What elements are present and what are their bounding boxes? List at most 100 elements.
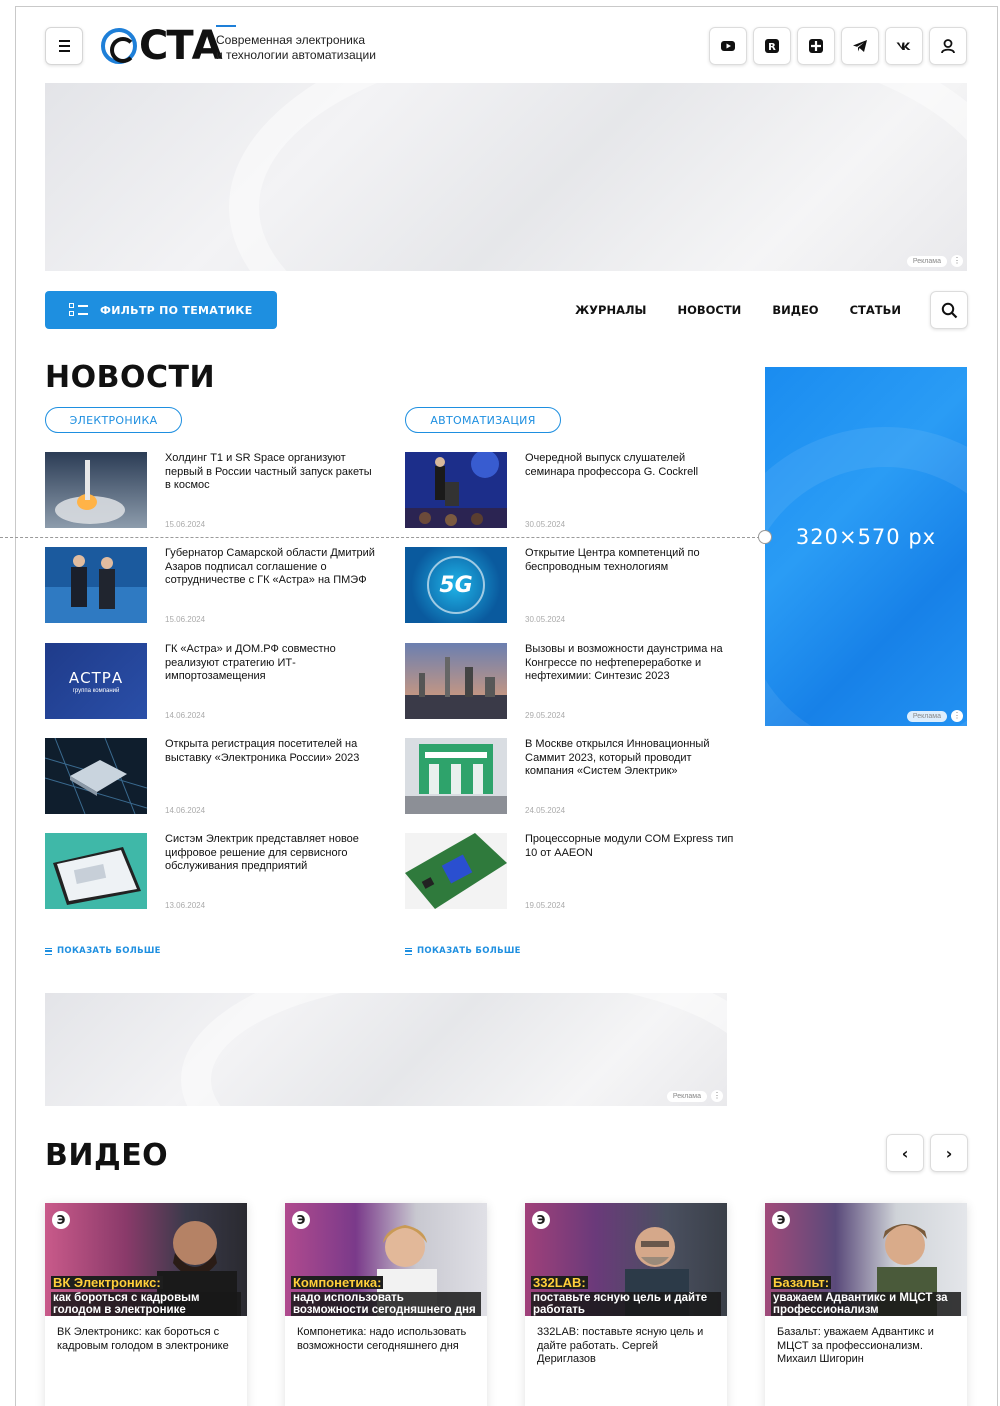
video-thumbnail: Э Компонетика: надо использовать возможно… [285,1203,487,1316]
side-ad-banner[interactable]: 320×570 px Реклама ⋮ [765,367,967,726]
video-card[interactable]: Э ВК Электроникс: как бороться с кадровым… [45,1203,247,1406]
news-thumbnail: 5G [405,547,507,623]
news-item[interactable]: Холдинг Т1 и SR Space организуют первый … [45,452,375,529]
vk-icon [896,42,911,50]
news-date: 19.05.2024 [525,901,566,910]
nav-journals[interactable]: ЖУРНАЛЫ [575,303,646,317]
youtube-icon [721,41,735,51]
news-date: 13.06.2024 [165,901,206,910]
ad-label-text: Реклама [906,710,947,722]
news-thumbnail [45,452,147,528]
profile-button[interactable] [929,27,967,65]
search-button[interactable] [930,291,968,329]
ad-label: Реклама ⋮ [906,255,963,267]
video-card[interactable]: Э Компонетика: надо использовать возможно… [285,1203,487,1406]
menu-button[interactable] [45,27,83,65]
nav-news[interactable]: НОВОСТИ [677,303,741,317]
news-item[interactable]: 5G Открытие Центра компетенций по беспро… [405,547,735,624]
news-item[interactable]: Вызовы и возможности даунстрима на Конгр… [405,643,735,720]
news-title: В Москве открылся Инновационный Саммит 2… [525,738,710,778]
ad-more-icon[interactable]: ⋮ [951,255,963,267]
video-card[interactable]: Э Базальт: уважаем Адвантикс и МЦСТ за пр… [765,1203,967,1406]
dzen-button[interactable] [797,27,835,65]
vk-button[interactable] [885,27,923,65]
logo-accent-dash [216,25,236,27]
news-item[interactable]: Губернатор Самарской области Дмитрий Аза… [45,547,375,624]
channel-logo: Э [52,1211,70,1229]
news-thumbnail [45,738,147,814]
news-date: 24.05.2024 [525,806,566,815]
tagline-line-1: Современная электроника [216,33,366,47]
list-icon [405,947,412,955]
youtube-button[interactable] [709,27,747,65]
news-date: 14.06.2024 [165,711,206,720]
channel-logo: Э [772,1211,790,1229]
user-icon [941,39,955,54]
top-ad-banner[interactable]: Реклама ⋮ [45,83,967,271]
caption-brand: Базальт: [771,1275,832,1290]
video-caption: Базальт: уважаем Адвантикс и МЦСТ за проф… [771,1274,961,1316]
topic-filter-button[interactable]: ФИЛЬТР ПО ТЕМАТИКЕ [45,291,277,329]
next-button[interactable]: › [930,1134,968,1172]
rutube-icon: R [765,39,779,53]
site-logo[interactable]: СТА [101,23,223,69]
nav-video[interactable]: ВИДЕО [772,303,818,317]
ad-label: Реклама ⋮ [666,1090,723,1102]
video-thumbnail: Э Базальт: уважаем Адвантикс и МЦСТ за пр… [765,1203,967,1316]
news-thumbnail [405,643,507,719]
news-title: ГК «Астра» и ДОМ.РФ совместно реализуют … [165,643,336,683]
news-item[interactable]: Очередной выпуск слушателей семинара про… [405,452,735,529]
news-thumbnail [405,738,507,814]
news-thumbnail [405,833,507,909]
news-title: Процессорные модули COM Express тип 10 о… [525,833,734,859]
news-title: Холдинг Т1 и SR Space организуют первый … [165,452,372,492]
chevron-right-icon: › [945,1143,953,1163]
news-title: Вызовы и возможности даунстрима на Конгр… [525,643,723,683]
category-electronics[interactable]: ЭЛЕКТРОНИКА [45,407,182,433]
caption-text: уважаем Адвантикс и МЦСТ за профессионал… [771,1292,961,1316]
news-item[interactable]: Систэм Электрик представляет новое цифро… [45,833,375,910]
news-item[interactable]: Открыта регистрация посетителей на выста… [45,738,375,815]
mid-ad-banner[interactable]: Реклама ⋮ [45,993,727,1106]
chevron-left-icon: ‹ [901,1143,909,1163]
news-item[interactable]: В Москве открылся Инновационный Саммит 2… [405,738,735,815]
svg-text:R: R [768,42,776,53]
show-more-label: ПОКАЗАТЬ БОЛЬШЕ [57,946,161,956]
show-more-automation[interactable]: ПОКАЗАТЬ БОЛЬШЕ [405,946,521,956]
category-automation[interactable]: АВТОМАТИЗАЦИЯ [405,407,561,433]
list-icon [45,947,52,955]
news-item[interactable]: АСТРА группа компаний ГК «Астра» и ДОМ.Р… [45,643,375,720]
video-caption: ВК Электроникс: как бороться с кадровым г… [51,1274,241,1316]
video-section-title: ВИДЕО [45,1138,169,1173]
logo-mark [101,28,137,64]
guide-handle[interactable] [758,530,772,544]
news-title: Систэм Электрик представляет новое цифро… [165,833,359,873]
ad-more-icon[interactable]: ⋮ [951,710,963,722]
news-date: 30.05.2024 [525,520,566,529]
caption-text: поставьте ясную цель и дайте работать [531,1292,721,1316]
news-date: 15.06.2024 [165,615,206,624]
logo-text: СТА [139,23,223,69]
ad-more-icon[interactable]: ⋮ [711,1090,723,1102]
video-thumbnail: Э 332LAB: поставьте ясную цель и дайте ра… [525,1203,727,1316]
nav-articles[interactable]: СТАТЬИ [850,303,901,317]
telegram-button[interactable] [841,27,879,65]
news-date: 15.06.2024 [165,520,206,529]
prev-button[interactable]: ‹ [886,1134,924,1172]
news-thumbnail [45,547,147,623]
show-more-label: ПОКАЗАТЬ БОЛЬШЕ [417,946,521,956]
guide-dashed-line [0,537,760,538]
news-thumbnail [45,833,147,909]
show-more-electronics[interactable]: ПОКАЗАТЬ БОЛЬШЕ [45,946,161,956]
filter-icon [69,303,89,317]
main-nav: ЖУРНАЛЫ НОВОСТИ ВИДЕО СТАТЬИ [575,291,968,329]
video-card[interactable]: Э 332LAB: поставьте ясную цель и дайте ра… [525,1203,727,1406]
news-section-title: НОВОСТИ [45,360,216,395]
rutube-button[interactable]: R [753,27,791,65]
caption-text: как бороться с кадровым голодом в электр… [51,1292,241,1316]
telegram-icon [853,40,867,52]
video-caption: Компонетика: надо использовать возможност… [291,1274,481,1316]
caption-brand: ВК Электроникс: [51,1275,163,1290]
news-item[interactable]: Процессорные модули COM Express тип 10 о… [405,833,735,910]
news-date: 30.05.2024 [525,615,566,624]
